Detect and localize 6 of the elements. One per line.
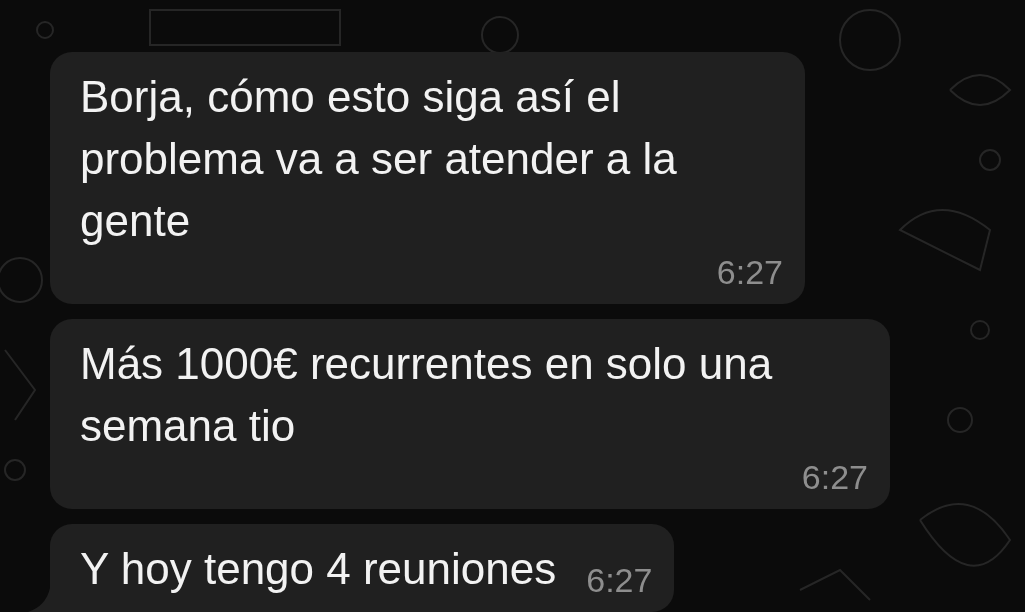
message-time: 6:27 <box>715 252 783 292</box>
message-text: Y hoy tengo 4 reuniones <box>80 543 557 595</box>
message-time: 6:27 <box>800 457 868 497</box>
message-text: Borja, cómo esto siga así el problema va a ser atender a la gente <box>80 71 678 247</box>
message-text: Más 1000€ recurrentes en solo una semana tio <box>80 338 774 452</box>
message-time: 6:27 <box>585 560 653 600</box>
